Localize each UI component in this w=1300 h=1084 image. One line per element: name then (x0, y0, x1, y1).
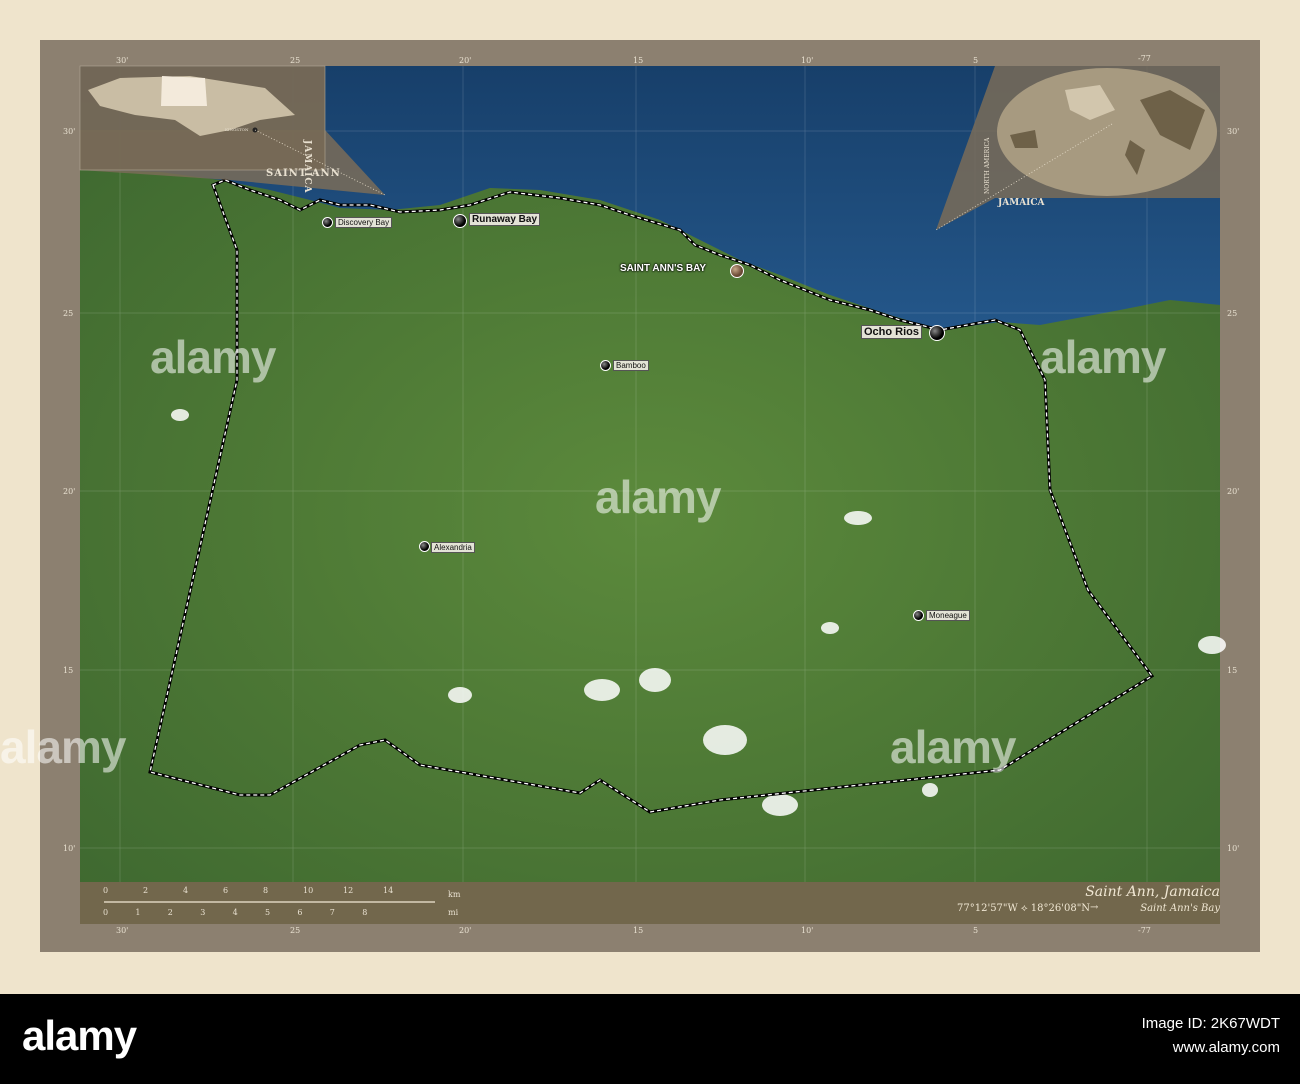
tick-right: 10' (1227, 844, 1240, 853)
tick-top: 25 (290, 56, 301, 65)
city-label-alexandria[interactable]: Alexandria (431, 542, 475, 553)
tick-bottom: 15 (633, 926, 644, 935)
watermark: alamy (1040, 331, 1166, 383)
city-label-bamboo[interactable]: Bamboo (613, 360, 649, 371)
scale-tick: 6 (223, 886, 229, 895)
capital-marker (730, 264, 744, 278)
world-continent-label: North America (984, 137, 991, 194)
scale-tick: 6 (297, 908, 303, 917)
scale-tick: 14 (383, 886, 394, 895)
watermark: alamy (0, 721, 126, 773)
map-title: Saint Ann, Jamaica (1085, 884, 1220, 900)
footer-bar (0, 994, 1300, 1084)
tick-top: 10' (801, 56, 814, 65)
scale-tick: 8 (362, 908, 368, 917)
scale-tick: 0 (103, 886, 109, 895)
tick-left: 30' (63, 127, 76, 136)
city-label-runaway-bay[interactable]: Runaway Bay (469, 213, 541, 226)
tick-top: -77 (1138, 54, 1151, 63)
tick-top: 30' (116, 56, 129, 65)
image-id: Image ID: 2K67WDT (1141, 1015, 1280, 1032)
scale-tick: 4 (183, 886, 189, 895)
city-marker (419, 541, 430, 552)
tick-left: 15 (63, 666, 74, 675)
scale-mi-unit: mi (448, 908, 459, 917)
city-marker (600, 360, 611, 371)
scale-tick: 2 (167, 908, 173, 917)
scale-tick: 5 (265, 908, 271, 917)
site-url[interactable]: www.alamy.com (1142, 1036, 1280, 1060)
tick-left: 25 (63, 309, 74, 318)
scale-km-unit: km (448, 890, 461, 899)
tick-right: 20' (1227, 487, 1240, 496)
watermark: alamy (890, 721, 1016, 773)
coordinates: 77°12'57"W ⟡ 18°26'08"N (957, 903, 1091, 914)
tick-top: 15 (633, 56, 644, 65)
tick-right: 15 (1227, 666, 1238, 675)
city-marker (929, 325, 945, 341)
alamy-logo[interactable]: alamy (22, 1012, 137, 1060)
scale-tick: 10 (303, 886, 314, 895)
city-label-moneague[interactable]: Moneague (926, 610, 970, 621)
inset-country-label: Jamaica (302, 140, 312, 194)
scale-tick: 3 (200, 908, 206, 917)
scale-tick: 7 (329, 908, 335, 917)
inset-capital-label: Kingston (225, 127, 249, 132)
arrow-icon: → (1090, 902, 1099, 913)
scale-tick: 12 (343, 886, 354, 895)
city-label-discovery-bay[interactable]: Discovery Bay (335, 217, 393, 228)
tick-right: 25 (1227, 309, 1238, 318)
tick-bottom: 30' (116, 926, 129, 935)
world-country-label: Jamaica (998, 198, 1045, 208)
tick-right: 30' (1227, 127, 1240, 136)
city-label-saint-anns-bay[interactable]: Saint Ann's Bay (618, 263, 708, 274)
city-marker (322, 217, 333, 228)
watermark: alamy (150, 331, 276, 383)
watermark: alamy (595, 471, 721, 523)
scale-tick: 1 (135, 908, 141, 917)
scale-tick: 2 (143, 886, 149, 895)
tick-top: 5 (973, 56, 979, 65)
tick-bottom: 25 (290, 926, 301, 935)
tick-bottom: 5 (973, 926, 979, 935)
tick-top: 20' (459, 56, 472, 65)
scale-tick: 4 (232, 908, 238, 917)
tick-bottom: -77 (1138, 926, 1151, 935)
tick-bottom: 20' (459, 926, 472, 935)
scale-tick: 8 (263, 886, 269, 895)
tick-left: 10' (63, 844, 76, 853)
saint-ann-highlight (161, 76, 207, 106)
tick-bottom: 10' (801, 926, 814, 935)
scale-tick: 0 (103, 908, 109, 917)
image-info: Image ID: 2K67WDT www.alamy.com (1142, 1012, 1280, 1060)
capital-name: Saint Ann's Bay (1140, 903, 1220, 914)
city-marker (913, 610, 924, 621)
city-label-ocho-rios[interactable]: Ocho Rios (861, 325, 923, 339)
tick-left: 20' (63, 487, 76, 496)
city-marker (453, 214, 467, 228)
